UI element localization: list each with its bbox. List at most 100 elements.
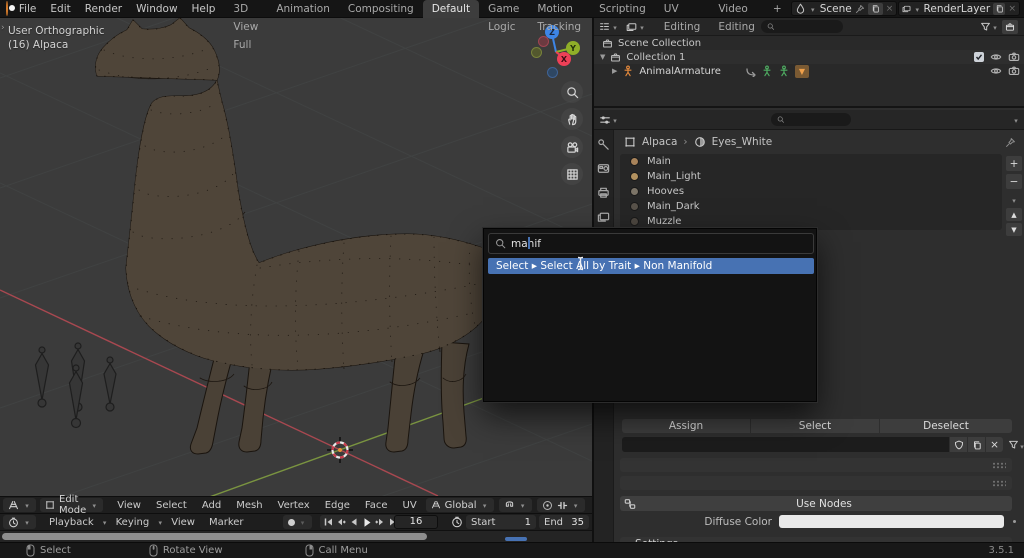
play-button[interactable] (361, 516, 374, 529)
timeline-strip[interactable] (0, 530, 592, 542)
workspace-tab-video-editing[interactable]: Video Editing (709, 0, 764, 33)
menu-select[interactable]: Select (149, 497, 194, 514)
properties-editor-icon[interactable] (598, 113, 611, 126)
view-layer-selector[interactable]: RenderLayer × (898, 1, 1020, 16)
material-slot[interactable]: Hooves (620, 184, 1002, 199)
current-frame-field[interactable]: 16 (394, 515, 438, 529)
diffuse-color-swatch[interactable] (779, 515, 1004, 528)
menu-marker[interactable]: Marker (202, 514, 251, 531)
menu-face[interactable]: Face (358, 497, 395, 514)
menu-uv[interactable]: UV (396, 497, 424, 514)
timeline-editor-type-button[interactable] (3, 515, 36, 529)
deselect-button[interactable]: Deselect (880, 419, 1012, 433)
gizmo-x-neg-axis[interactable] (537, 35, 549, 47)
properties-search-input[interactable] (788, 113, 845, 126)
orthographic-toggle-icon[interactable] (561, 163, 583, 185)
disclosure-triangle-icon[interactable]: ▼ (600, 53, 605, 61)
menu-view[interactable]: View (110, 497, 148, 514)
menu-file[interactable]: File (12, 3, 44, 15)
menu-edit[interactable]: Edit (43, 3, 77, 15)
workspace-tab-game-logic[interactable]: Game Logic (479, 0, 528, 33)
menu-add[interactable]: Add (195, 497, 228, 514)
menu-window[interactable]: Window (129, 3, 184, 15)
menu-keying[interactable]: Keying (109, 514, 157, 531)
start-frame-field[interactable]: Start 1 (466, 515, 536, 529)
jump-to-start-button[interactable] (322, 516, 335, 529)
tab-output-icon[interactable] (597, 186, 610, 199)
render-visibility-camera-icon[interactable] (1007, 51, 1020, 64)
move-slot-up-button[interactable]: ▲ (1006, 208, 1022, 221)
new-scene-button[interactable] (867, 2, 883, 15)
zoom-icon[interactable] (561, 81, 583, 103)
editor-type-button[interactable] (3, 498, 36, 512)
pan-hand-icon[interactable] (561, 108, 583, 130)
popup-search-field[interactable] (488, 233, 814, 254)
material-slot[interactable]: Main_Dark (620, 199, 1002, 214)
drag-grip-icon[interactable] (992, 461, 1006, 469)
drag-grip-icon[interactable] (992, 479, 1006, 487)
add-workspace-button[interactable]: + (764, 0, 791, 18)
gizmo-x-axis[interactable]: X (557, 52, 571, 66)
properties-search[interactable] (771, 113, 851, 126)
mode-dropdown[interactable]: Edit Mode (40, 494, 104, 516)
tab-view-layer-icon[interactable] (597, 210, 610, 223)
material-slot[interactable]: Main (620, 154, 1002, 169)
toolbar-toggle-arrow[interactable]: › (1, 23, 5, 33)
menu-edge[interactable]: Edge (318, 497, 357, 514)
breadcrumb-material[interactable]: Eyes_White (712, 136, 773, 148)
play-reverse-button[interactable] (348, 516, 361, 529)
outliner-search-input[interactable] (778, 20, 837, 33)
material-name-field[interactable] (622, 437, 949, 452)
menu-help[interactable]: Help (185, 3, 223, 15)
menu-playback[interactable]: Playback (42, 514, 101, 531)
eye-icon[interactable] (989, 51, 1002, 64)
slot-specials-chevron-icon[interactable] (1010, 194, 1018, 206)
workspace-tab-animation[interactable]: Animation (267, 0, 339, 18)
animate-dot-icon[interactable] (1013, 520, 1016, 523)
tab-tool-icon[interactable] (597, 138, 610, 151)
duplicate-material-button[interactable] (968, 437, 985, 452)
workspace-tab-scripting[interactable]: Scripting (590, 0, 655, 18)
transform-orientation-dropdown[interactable]: Global (425, 498, 494, 512)
popup-result-non-manifold[interactable]: Select ▸ Select All by Trait ▸ Non Manif… (488, 258, 814, 274)
pin-icon[interactable] (855, 4, 865, 14)
assign-button[interactable]: Assign (622, 419, 750, 433)
next-keyframe-button[interactable] (374, 516, 387, 529)
end-frame-field[interactable]: End 35 (539, 515, 589, 529)
material-slot[interactable]: Muzzle (620, 214, 1002, 229)
new-collection-button[interactable] (1002, 19, 1018, 34)
workspace-tab-default[interactable]: Default (422, 0, 480, 18)
workspace-tab-3d-view-full[interactable]: 3D View Full (224, 0, 267, 51)
timeline-playhead[interactable] (505, 537, 527, 541)
blender-logo[interactable] (6, 1, 15, 16)
auto-keying-button[interactable] (282, 515, 312, 529)
proportional-editing-group[interactable] (536, 498, 585, 512)
menu-mesh[interactable]: Mesh (229, 497, 269, 514)
panel-section-covered[interactable] (620, 458, 1012, 472)
prev-keyframe-button[interactable] (335, 516, 348, 529)
armature-data-badge-icon[interactable]: ▼ (794, 64, 809, 78)
display-mode-icon[interactable] (625, 20, 638, 33)
workspace-tab-motion-tracking[interactable]: Motion Tracking (528, 0, 590, 33)
tab-render-icon[interactable] (597, 162, 610, 175)
pin-icon[interactable] (1005, 137, 1016, 148)
menu-vertex[interactable]: Vertex (271, 497, 317, 514)
fake-user-shield-button[interactable] (950, 437, 967, 452)
timeline-scrollbar[interactable] (2, 533, 427, 540)
snapping-dropdown[interactable] (498, 498, 532, 512)
material-slot[interactable]: Main_Light (620, 169, 1002, 184)
workspace-tab-uv-editing[interactable]: UV Editing (655, 0, 710, 33)
stopwatch-icon[interactable] (450, 516, 463, 529)
scene-selector[interactable]: Scene × (790, 1, 898, 16)
breadcrumb-object[interactable]: Alpaca (642, 136, 677, 148)
move-slot-down-button[interactable]: ▼ (1006, 223, 1022, 236)
use-nodes-button[interactable]: Use Nodes (620, 496, 1012, 511)
selectability-checkbox[interactable] (974, 52, 984, 62)
outliner-row-animal-armature[interactable]: ▶ AnimalArmature ▼ (594, 64, 1024, 78)
select-button[interactable]: Select (751, 419, 879, 433)
outliner-editor-icon[interactable] (598, 20, 611, 33)
outliner-search[interactable] (761, 20, 843, 33)
workspace-tab-compositing[interactable]: Compositing (339, 0, 423, 18)
gizmo-y-neg-axis[interactable] (530, 46, 542, 58)
outliner-row-scene-collection[interactable]: Scene Collection (594, 36, 1024, 50)
